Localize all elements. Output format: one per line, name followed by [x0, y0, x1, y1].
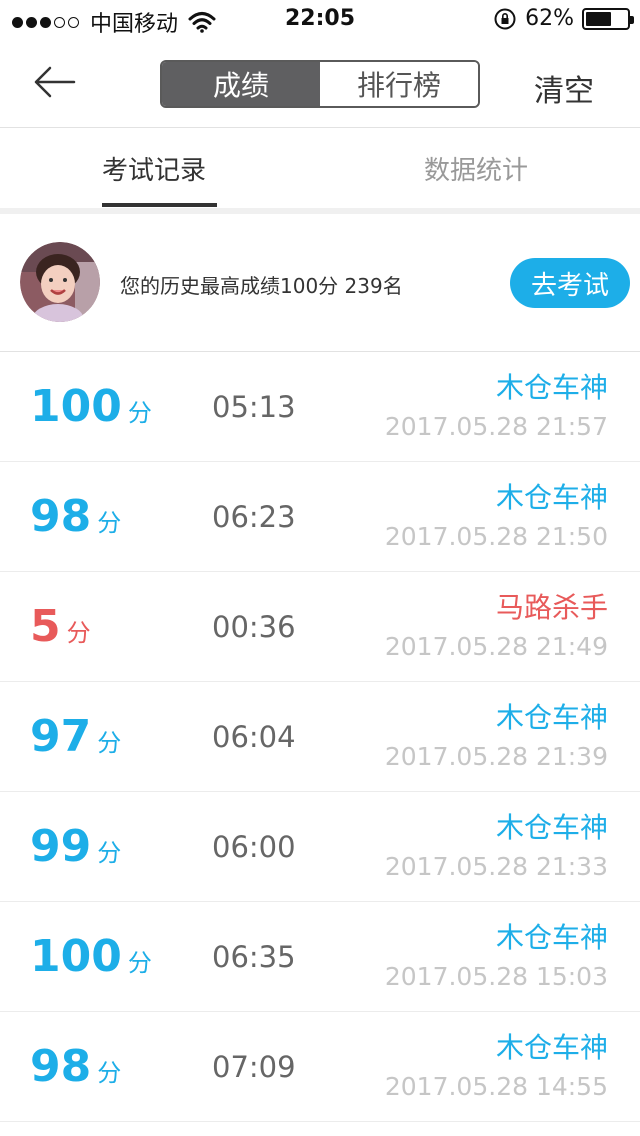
best-score-text: 您的历史最高成绩100分 239名	[120, 274, 403, 298]
record-datetime: 2017.05.28 21:57	[384, 412, 608, 441]
battery-fill	[586, 11, 611, 26]
record-row[interactable]: 98 分 07:09 木仓车神 2017.05.28 14:55	[0, 1012, 640, 1122]
record-score: 98 分	[30, 1042, 121, 1098]
score-unit: 分	[66, 619, 91, 647]
record-duration: 06:04	[212, 720, 296, 754]
record-duration: 00:36	[212, 610, 296, 644]
avatar-photo	[20, 242, 100, 322]
record-title: 木仓车神	[495, 811, 608, 844]
status-right: 62%	[493, 6, 634, 31]
score-value: 5	[30, 601, 61, 652]
tab-data-stats[interactable]: 数据统计	[424, 150, 528, 187]
segment-scores[interactable]: 成绩	[162, 62, 320, 106]
score-value: 97	[30, 711, 92, 762]
record-score: 5分	[30, 602, 91, 658]
score-unit: 分	[97, 509, 122, 537]
record-title: 马路杀手	[495, 591, 608, 624]
tab-bar: 考试记录 数据统计	[0, 128, 640, 210]
record-duration: 06:23	[212, 500, 296, 534]
segment-leaderboard[interactable]: 排行榜	[320, 62, 478, 106]
arrow-left-icon	[34, 66, 76, 98]
score-unit: 分	[97, 729, 122, 757]
record-score: 100 分	[30, 932, 152, 988]
record-datetime: 2017.05.28 15:03	[384, 962, 608, 991]
back-button[interactable]	[30, 58, 78, 106]
record-duration: 06:00	[212, 830, 296, 864]
score-value: 100	[30, 931, 122, 982]
record-duration: 05:13	[212, 390, 296, 424]
record-title: 木仓车神	[495, 701, 608, 734]
record-duration: 07:09	[212, 1050, 296, 1084]
record-datetime: 2017.05.28 21:50	[384, 522, 608, 551]
go-exam-button[interactable]: 去考试	[510, 258, 630, 308]
battery-icon	[582, 7, 634, 30]
record-datetime: 2017.05.28 21:33	[384, 852, 608, 881]
record-row[interactable]: 97 分 06:04 木仓车神 2017.05.28 21:39	[0, 682, 640, 792]
record-score: 100 分	[30, 382, 152, 438]
record-score: 99 分	[30, 822, 121, 878]
record-score: 97 分	[30, 712, 121, 768]
record-title: 木仓车神	[495, 1031, 608, 1064]
orientation-lock-icon	[494, 8, 516, 29]
status-bar: 中国移动 22:05 62%	[0, 0, 640, 40]
record-row[interactable]: 5 分 00:36 马路杀手 2017.05.28 21:49	[0, 572, 640, 682]
profile-summary: 您的历史最高成绩100分 239名 去考试	[0, 214, 640, 352]
segmented-control: 成绩 排行榜	[160, 60, 480, 108]
record-datetime: 2017.05.28 21:49	[384, 632, 608, 661]
score-unit: 分	[127, 949, 152, 977]
tab-active-indicator	[102, 203, 217, 207]
record-title: 木仓车神	[495, 481, 608, 514]
score-unit: 分	[127, 399, 152, 427]
tab-exam-records[interactable]: 考试记录	[102, 150, 206, 187]
avatar[interactable]	[20, 242, 100, 322]
score-unit: 分	[97, 1059, 122, 1087]
record-row[interactable]: 100 分 06:35 木仓车神 2017.05.28 15:03	[0, 902, 640, 1012]
score-value: 100	[30, 381, 122, 432]
record-row[interactable]: 98 分 06:23 木仓车神 2017.05.28 21:50	[0, 462, 640, 572]
record-title: 木仓车神	[495, 921, 608, 954]
clear-button[interactable]: 清空	[534, 66, 594, 110]
record-row[interactable]: 99 分 06:00 木仓车神 2017.05.28 21:33	[0, 792, 640, 902]
score-value: 98	[30, 1041, 92, 1092]
nav-bar: 成绩 排行榜 清空	[0, 40, 640, 128]
record-row[interactable]: 100 分 05:13 木仓车神 2017.05.28 21:57	[0, 352, 640, 462]
record-datetime: 2017.05.28 21:39	[384, 742, 608, 771]
record-duration: 06:35	[212, 940, 296, 974]
records-list: 100 分 05:13 木仓车神 2017.05.28 21:57 98 分 06:23 木仓车…	[0, 352, 640, 1122]
record-score: 98 分	[30, 492, 121, 548]
score-value: 99	[30, 821, 92, 872]
battery-percent: 62%	[525, 6, 574, 31]
score-unit: 分	[97, 839, 122, 867]
score-value: 98	[30, 491, 92, 542]
record-datetime: 2017.05.28 14:55	[384, 1072, 608, 1101]
record-title: 木仓车神	[495, 371, 608, 404]
